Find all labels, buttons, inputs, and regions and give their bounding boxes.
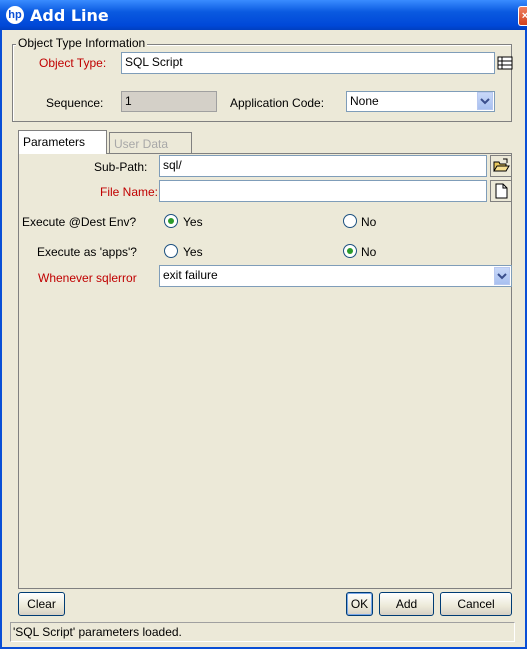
status-text: 'SQL Script' parameters loaded. [13,625,182,639]
sequence-value: 1 [125,94,132,108]
whenever-sqlerror-dropdown-arrow[interactable] [494,267,510,285]
add-button[interactable]: Add [379,592,434,616]
execute-as-apps-yes-radio[interactable] [164,244,178,258]
close-button[interactable]: × [518,6,527,26]
execute-dest-env-label: Execute @Dest Env? [22,215,137,229]
window-title: Add Line [30,6,109,25]
whenever-sqlerror-label: Whenever sqlerror [38,271,137,285]
status-bar: 'SQL Script' parameters loaded. [10,622,515,642]
execute-dest-env-yes-label: Yes [183,215,203,229]
execute-as-apps-no-label: No [361,245,377,259]
clear-button[interactable]: Clear [18,592,65,616]
chevron-down-icon [480,98,490,105]
execute-as-apps-yes-label: Yes [183,245,203,259]
cancel-button[interactable]: Cancel [440,592,512,616]
title-bar[interactable]: hp Add Line × [0,0,527,30]
object-type-group-legend: Object Type Information [16,36,148,50]
execute-dest-env-no-radio[interactable] [343,214,357,228]
sub-path-value: sql/ [163,158,182,172]
sub-path-label: Sub-Path: [94,160,148,174]
file-name-label: File Name: [100,185,159,199]
tab-user-data[interactable]: User Data [109,132,192,153]
object-type-field[interactable]: SQL Script [121,52,495,74]
application-code-dropdown-arrow[interactable] [477,92,493,110]
application-code-dropdown[interactable]: None [346,91,495,112]
open-folder-icon [493,158,510,172]
tab-parameters-label: Parameters [23,135,86,149]
whenever-sqlerror-dropdown[interactable]: exit failure [159,265,512,287]
chevron-down-icon [497,273,507,280]
new-document-icon [495,183,508,199]
execute-as-apps-label: Execute as 'apps'? [37,245,137,259]
execute-as-apps-no-radio[interactable] [343,244,357,258]
list-lookup-icon[interactable] [497,56,513,70]
whenever-sqlerror-value: exit failure [163,268,218,282]
tab-parameters[interactable]: Parameters [18,130,107,154]
object-type-value: SQL Script [125,55,183,69]
sub-path-input[interactable]: sql/ [159,155,487,177]
execute-dest-env-no-label: No [361,215,377,229]
ok-button[interactable]: OK [346,592,373,616]
file-name-input[interactable] [159,180,487,202]
sequence-label: Sequence: [46,96,104,110]
app-logo-icon: hp [6,6,24,24]
sequence-field: 1 [121,91,217,112]
browse-folder-button[interactable] [490,155,512,177]
object-type-label: Object Type: [39,56,107,70]
application-code-label: Application Code: [230,96,325,110]
tab-user-data-label: User Data [114,137,169,151]
application-code-value: None [350,94,379,108]
execute-dest-env-yes-radio[interactable] [164,214,178,228]
new-file-button[interactable] [490,180,512,202]
